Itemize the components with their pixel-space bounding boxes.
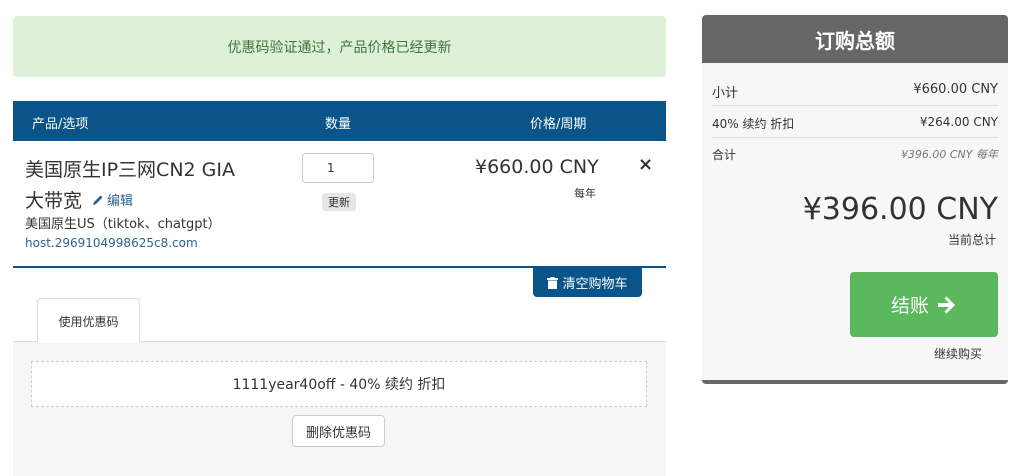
applied-promo-text: 1111year40off - 40% 续约 折扣 [232, 377, 446, 393]
discount-label: 40% 续约 折扣 [712, 117, 795, 131]
total-label: 合计 [712, 148, 737, 162]
total-value: ¥396.00 CNY 每年 [900, 148, 998, 161]
cart-header: 产品/选项 数量 价格/周期 [13, 101, 666, 141]
promo-success-alert: 优惠码验证通过，产品价格已经更新 [13, 16, 666, 77]
alert-message: 优惠码验证通过，产品价格已经更新 [227, 39, 452, 56]
edit-link[interactable]: 编辑 [92, 190, 133, 209]
summary-title: 订购总额 [702, 15, 1008, 63]
edit-label: 编辑 [107, 194, 134, 209]
product-name-line2-row: 大带宽 编辑 [25, 186, 133, 213]
col-product-header: 产品/选项 [32, 117, 89, 132]
order-summary-panel: 订购总额 小计 ¥660.00 CNY 40% 续约 折扣 ¥264.00 CN… [702, 15, 1008, 384]
checkout-label: 结账 [890, 295, 929, 317]
item-billing-cycle: 每年 [574, 187, 596, 200]
pencil-icon [93, 195, 103, 205]
summary-divider [712, 105, 998, 106]
product-group: 美国原生US（tiktok、chatgpt） [25, 217, 221, 232]
product-name-line2: 大带宽 [25, 190, 83, 212]
quantity-input[interactable] [302, 153, 374, 183]
product-name-line1: 美国原生IP三网CN2 GIA [25, 159, 235, 181]
continue-shopping-link[interactable]: 继续购买 [934, 345, 982, 362]
remove-promo-button[interactable]: 删除优惠码 [292, 415, 385, 447]
col-price-header: 价格/周期 [530, 117, 587, 132]
remove-item-icon[interactable]: × [638, 154, 653, 175]
clear-cart-button[interactable]: 清空购物车 [533, 268, 642, 297]
tab-promo-label: 使用优惠码 [58, 314, 119, 329]
clear-cart-label: 清空购物车 [562, 277, 628, 292]
checkout-button[interactable]: 结账 [850, 272, 998, 337]
grand-total-label: 当前总计 [947, 233, 996, 247]
grand-total: ¥396.00 CNY [802, 192, 998, 227]
discount-value: ¥264.00 CNY [919, 115, 998, 129]
summary-divider [712, 137, 998, 138]
subtotal-label: 小计 [712, 86, 739, 101]
applied-promo-box: 1111year40off - 40% 续约 折扣 [31, 361, 647, 407]
trash-icon [547, 276, 559, 289]
tab-promo-code[interactable]: 使用优惠码 [37, 298, 140, 343]
item-price: ¥660.00 CNY [475, 156, 599, 178]
arrow-right-icon [938, 296, 955, 313]
update-quantity-button[interactable]: 更新 [322, 193, 356, 211]
product-hostname: host.2969104998625c8.com [25, 236, 198, 250]
subtotal-value: ¥660.00 CNY [913, 82, 998, 97]
col-qty-header: 数量 [325, 117, 352, 132]
